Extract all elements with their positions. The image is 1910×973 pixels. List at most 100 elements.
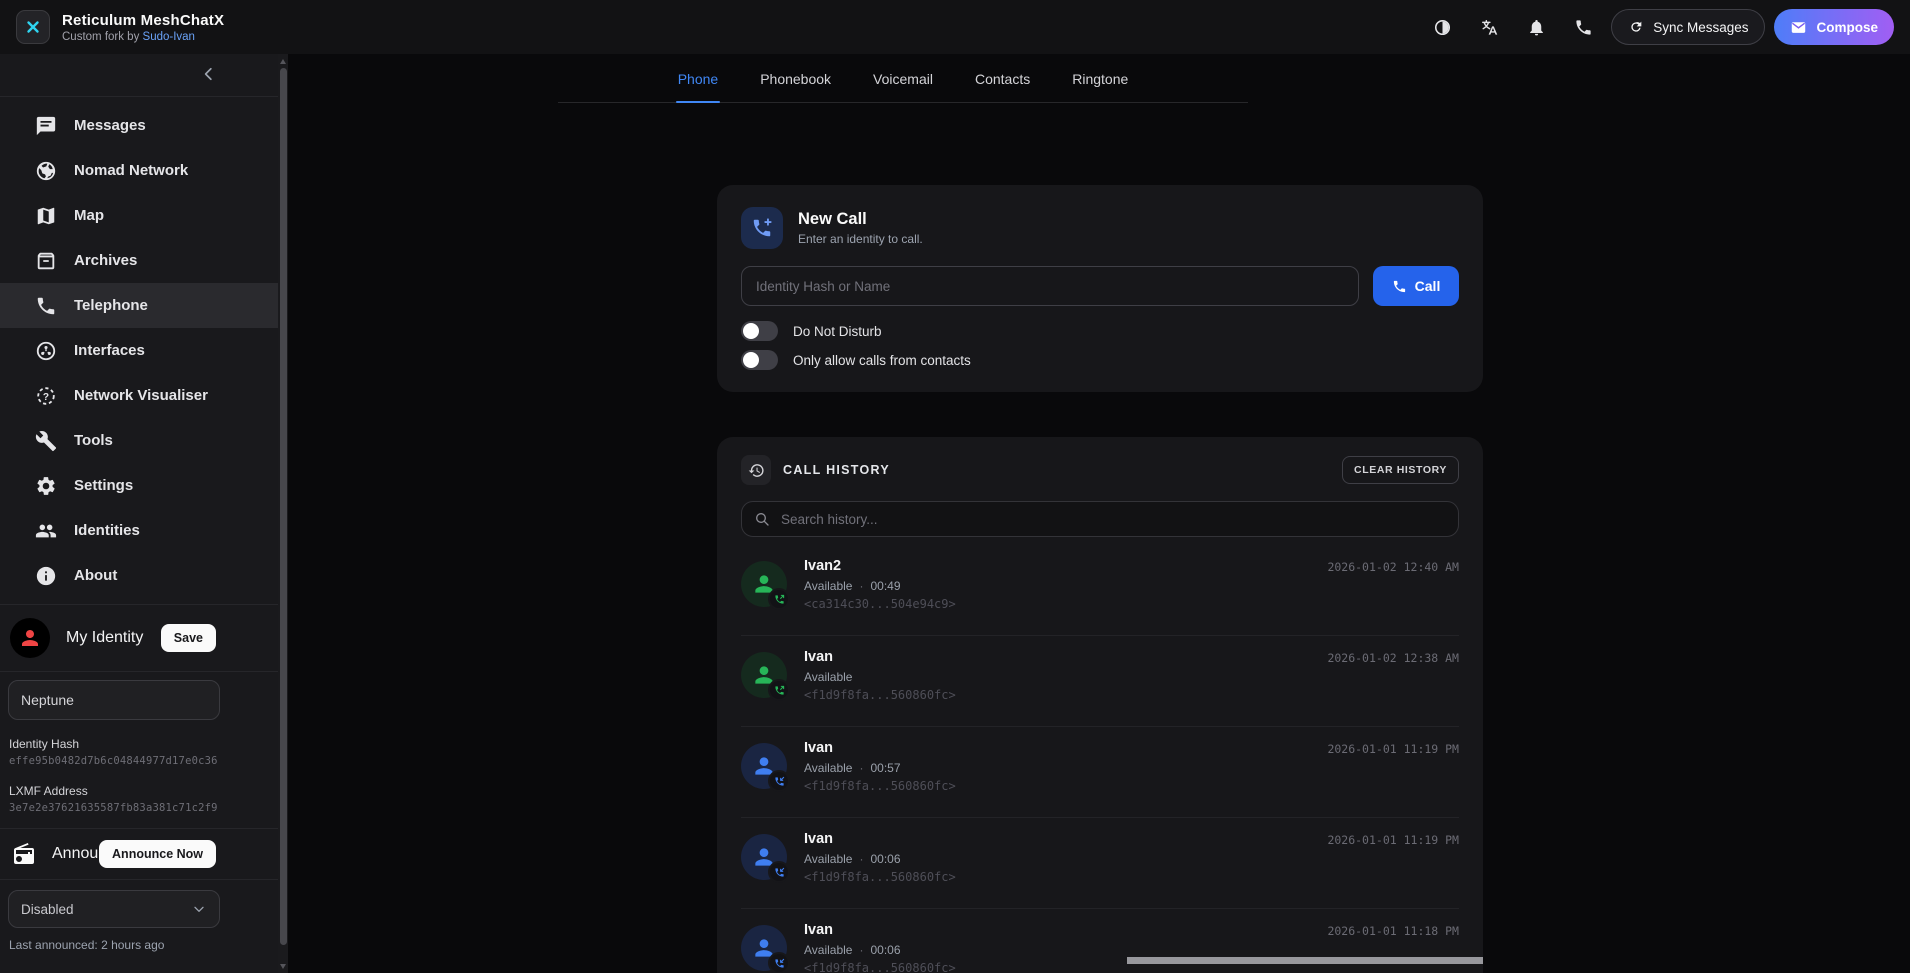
my-identity-avatar <box>10 618 50 658</box>
sidebar-item-messages[interactable]: Messages <box>0 103 278 148</box>
sync-messages-button[interactable]: Sync Messages <box>1611 9 1765 45</box>
sidebar-item-label: Nomad Network <box>74 162 188 179</box>
telephone-tabbar: Phone Phonebook Voicemail Contacts Ringtone <box>558 54 1248 103</box>
call-timestamp: 2026-01-01 11:18 PM <box>1327 924 1459 938</box>
call-history-header: CALL HISTORY CLEAR HISTORY <box>741 455 1459 485</box>
phone-icon <box>1574 18 1593 37</box>
tab-ringtone[interactable]: Ringtone <box>1070 71 1130 102</box>
status-separator-dot: · <box>859 852 863 866</box>
sidebar-item-label: Map <box>74 207 104 224</box>
compose-button[interactable]: Compose <box>1774 9 1894 45</box>
bell-icon <box>1527 18 1546 37</box>
call-duration: 00:06 <box>870 943 900 957</box>
availability-status: Available <box>804 943 852 957</box>
sidebar-item-tools[interactable]: Tools <box>0 418 278 463</box>
tab-phonebook[interactable]: Phonebook <box>758 71 833 102</box>
horizontal-scrollbar-thumb[interactable] <box>1127 957 1483 964</box>
sidebar-item-label: Archives <box>74 252 137 269</box>
archive-icon <box>35 250 57 272</box>
new-call-subtitle: Enter an identity to call. <box>798 232 923 246</box>
identity-name-input[interactable] <box>8 680 220 720</box>
theme-icon <box>1433 18 1452 37</box>
call-timestamp: 2026-01-02 12:40 AM <box>1327 560 1459 574</box>
app-subtitle: Custom fork by Sudo-Ivan <box>62 31 224 43</box>
clear-history-button[interactable]: CLEAR HISTORY <box>1342 456 1459 484</box>
contact-avatar <box>741 561 787 607</box>
tab-voicemail[interactable]: Voicemail <box>871 71 935 102</box>
sidebar-scrollbar-thumb[interactable] <box>280 68 287 945</box>
globe-icon <box>35 160 57 182</box>
topbar-actions: Sync Messages Compose <box>1423 0 1894 54</box>
sidebar-item-settings[interactable]: Settings <box>0 463 278 508</box>
sidebar-item-label: Tools <box>74 432 113 449</box>
sidebar-item-archives[interactable]: Archives <box>0 238 278 283</box>
person-icon <box>18 626 42 650</box>
app-titles: Reticulum MeshChatX Custom fork by Sudo-… <box>62 12 224 43</box>
lxmf-address-block: LXMF Address 3e7e2e37621635587fb83a381c7… <box>9 784 220 814</box>
tab-phone[interactable]: Phone <box>676 71 720 102</box>
call-history-row[interactable]: Ivan Available · 00:06 <f1d9f8fa...56086… <box>741 818 1459 909</box>
sidebar-item-telephone[interactable]: Telephone <box>0 283 278 328</box>
subtitle-author-link[interactable]: Sudo-Ivan <box>143 31 195 43</box>
sidebar-scrollbar[interactable] <box>278 54 288 973</box>
call-timestamp: 2026-01-02 12:38 AM <box>1327 651 1459 665</box>
availability-status: Available <box>804 852 852 866</box>
scrollbar-down-arrow[interactable] <box>280 964 286 969</box>
subtitle-prefix: Custom fork by <box>62 31 143 43</box>
phone-outgoing-icon <box>774 594 785 605</box>
sidebar-item-about[interactable]: About <box>0 553 278 598</box>
info-icon <box>35 565 57 587</box>
language-button[interactable] <box>1470 8 1508 46</box>
toggle-only-allow-calls-from-contacts[interactable] <box>741 350 778 370</box>
theme-toggle-button[interactable] <box>1423 8 1461 46</box>
tab-contacts[interactable]: Contacts <box>973 71 1032 102</box>
call-status-line: Available · 00:57 <box>804 761 956 775</box>
notifications-button[interactable] <box>1517 8 1555 46</box>
call-history-row[interactable]: Ivan2 Available · 00:49 <ca314c30...504e… <box>741 545 1459 636</box>
network-interfaces-icon <box>35 340 57 362</box>
chat-bubble-icon <box>35 115 57 137</box>
announce-interval-value: Disabled <box>21 902 74 917</box>
call-history-row[interactable]: Ivan Available · 00:57 <f1d9f8fa...56086… <box>741 727 1459 818</box>
toggle-do-not-disturb[interactable] <box>741 321 778 341</box>
contact-avatar <box>741 743 787 789</box>
sidebar-item-label: Interfaces <box>74 342 145 359</box>
contact-hash: <f1d9f8fa...560860fc> <box>804 688 956 702</box>
sidebar-item-identities[interactable]: Identities <box>0 508 278 553</box>
sidebar-item-map[interactable]: Map <box>0 193 278 238</box>
call-button[interactable]: Call <box>1373 266 1459 306</box>
app-logo <box>16 10 50 44</box>
identity-hash-label: Identity Hash <box>9 737 220 751</box>
sidebar-item-interfaces[interactable]: Interfaces <box>0 328 278 373</box>
call-history-row[interactable]: Ivan Available · <f1d9f8fa...560860fc> 2… <box>741 636 1459 727</box>
toggle-label: Only allow calls from contacts <box>793 353 971 368</box>
x-logo-icon <box>24 18 42 36</box>
history-search-input[interactable] <box>779 511 1446 528</box>
contact-hash: <ca314c30...504e94c9> <box>804 597 956 611</box>
identity-hash-or-name-input[interactable] <box>741 266 1359 306</box>
sidebar-item-nomad-network[interactable]: Nomad Network <box>0 148 278 193</box>
sidebar-collapse-row <box>0 54 278 96</box>
envelope-icon <box>1790 19 1807 36</box>
announce-now-button[interactable]: Announce Now <box>99 840 216 868</box>
call-status-line: Available · 00:06 <box>804 852 956 866</box>
contact-name: Ivan2 <box>804 558 956 574</box>
sidebar-item-label: Settings <box>74 477 133 494</box>
announce-interval-select[interactable]: Disabled <box>8 890 220 928</box>
sidebar-item-label: Messages <box>74 117 146 134</box>
status-separator-dot: · <box>859 943 863 957</box>
telephone-shortcut-button[interactable] <box>1564 8 1602 46</box>
sidebar-item-network-visualiser[interactable]: ? Network Visualiser <box>0 373 278 418</box>
call-status-line: Available · 00:49 <box>804 579 956 593</box>
sidebar-collapse-button[interactable] <box>196 62 222 88</box>
contact-avatar <box>741 652 787 698</box>
contact-avatar <box>741 925 787 971</box>
call-timestamp: 2026-01-01 11:19 PM <box>1327 833 1459 847</box>
map-icon <box>35 205 57 227</box>
my-identity-title: My Identity <box>66 629 143 647</box>
save-button[interactable]: Save <box>161 624 216 652</box>
scrollbar-up-arrow[interactable] <box>280 59 286 64</box>
call-direction-badge <box>768 952 790 973</box>
divider <box>0 671 278 672</box>
contact-hash: <f1d9f8fa...560860fc> <box>804 961 956 973</box>
